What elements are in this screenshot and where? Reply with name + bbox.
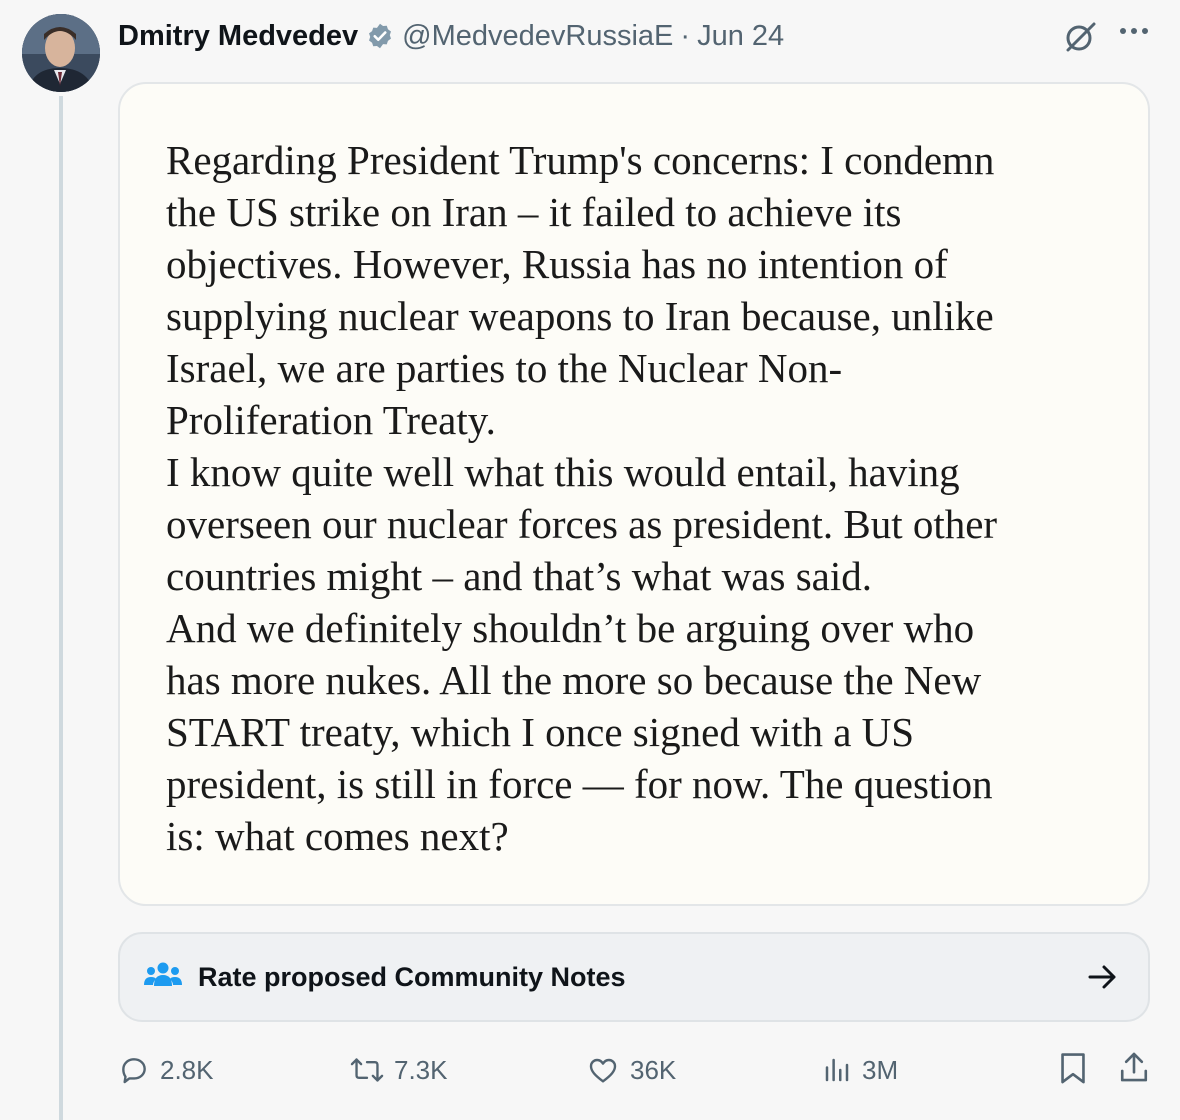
- community-notes-label: Rate proposed Community Notes: [198, 962, 626, 992]
- author-handle[interactable]: @MedvedevRussiaE: [402, 20, 673, 53]
- image-text-line: I know quite well what this would entail…: [166, 449, 960, 495]
- more-icon[interactable]: [1118, 20, 1150, 44]
- tweet[interactable]: Dmitry Medvedev @MedvedevRussiaE · Jun 2…: [0, 0, 1180, 1120]
- author-name[interactable]: Dmitry Medvedev: [118, 20, 358, 53]
- image-text-line: Proliferation Treaty.: [166, 397, 496, 443]
- reply-button[interactable]: 2.8K: [118, 1046, 214, 1094]
- image-text-line: Israel, we are parties to the Nuclear No…: [166, 345, 843, 391]
- repost-button[interactable]: 7.3K: [350, 1046, 448, 1094]
- arrow-right-icon: [1088, 963, 1118, 996]
- image-text-line: overseen our nuclear forces as president…: [166, 501, 998, 547]
- image-text-line: And we definitely shouldn’t be arguing o…: [166, 605, 975, 651]
- share-icon[interactable]: [1118, 1050, 1150, 1089]
- action-bar: 2.8K 7.3K 36K 3M: [0, 1046, 1180, 1094]
- like-button[interactable]: 36K: [586, 1046, 676, 1094]
- people-icon: [144, 960, 182, 997]
- like-count: 36K: [630, 1054, 677, 1085]
- image-text-line: objectives. However, Russia has no inten…: [166, 241, 948, 287]
- avatar[interactable]: [22, 14, 100, 92]
- image-text-line: president, is still in force — for now. …: [166, 761, 993, 807]
- views-button[interactable]: 3M: [822, 1046, 898, 1094]
- header-separator: ·: [680, 19, 691, 52]
- reply-count: 2.8K: [160, 1054, 214, 1085]
- image-text-line: supplying nuclear weapons to Iran becaus…: [166, 293, 994, 339]
- image-text-block: Regarding President Trump's concerns: I …: [166, 134, 1126, 862]
- reply-icon: [122, 1058, 146, 1084]
- repost-count: 7.3K: [394, 1054, 448, 1085]
- grok-icon[interactable]: [1063, 20, 1097, 59]
- image-text-line: has more nukes. All the more so because …: [166, 657, 982, 703]
- image-text-line: START treaty, which I once signed with a…: [166, 709, 915, 755]
- post-header: Dmitry Medvedev @MedvedevRussiaE · Jun 2…: [118, 16, 784, 56]
- repost-icon: [350, 1058, 384, 1082]
- image-text-line: the US strike on Iran – it failed to ach…: [166, 189, 902, 235]
- image-text-line: countries might – and that’s what was sa…: [166, 553, 872, 599]
- post-image[interactable]: Regarding President Trump's concerns: I …: [118, 82, 1150, 906]
- image-text-line: Regarding President Trump's concerns: I …: [166, 137, 995, 183]
- verified-badge-icon: [366, 22, 394, 50]
- like-icon: [589, 1058, 617, 1083]
- community-notes-bar[interactable]: Rate proposed Community Notes: [118, 932, 1150, 1022]
- bookmark-icon[interactable]: [1058, 1052, 1088, 1091]
- views-count: 3M: [862, 1054, 899, 1085]
- thread-line: [59, 96, 63, 1120]
- post-date[interactable]: Jun 24: [697, 20, 784, 53]
- image-text-line: is: what comes next?: [166, 813, 509, 859]
- views-icon: [825, 1058, 849, 1082]
